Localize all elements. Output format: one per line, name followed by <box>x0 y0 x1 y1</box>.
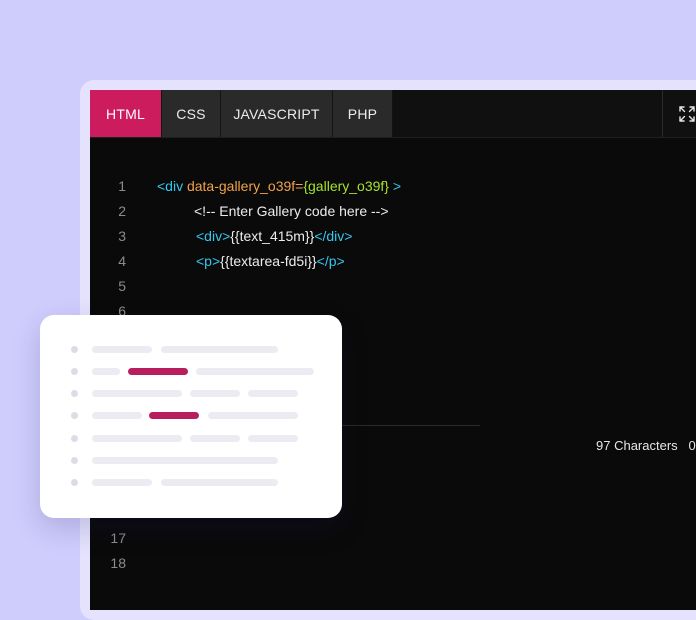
list-item <box>40 412 342 420</box>
line-number: 18 <box>110 555 126 571</box>
fullscreen-button[interactable] <box>662 90 696 137</box>
line-number: 3 <box>118 228 126 244</box>
placeholder-bar <box>92 435 182 442</box>
code-value: {gallery_o39f} <box>303 178 389 194</box>
tab-php[interactable]: PHP <box>333 90 393 137</box>
placeholder-bar <box>248 390 298 397</box>
gallery-preview-card <box>40 315 342 518</box>
list-item <box>40 435 342 443</box>
placeholder-bar <box>196 368 314 375</box>
code-line-3: <div>{{text_415m}}</div> <box>196 228 352 244</box>
status-divider <box>338 425 480 426</box>
placeholder-bar <box>190 435 240 442</box>
code-text: {{textarea-fd5i}} <box>220 253 317 269</box>
placeholder-bar <box>92 412 142 419</box>
placeholder-bar <box>92 390 182 397</box>
character-count: 97 Characters 0 <box>596 438 696 453</box>
placeholder-bar <box>248 435 298 442</box>
code-tag: <div> <box>196 228 231 244</box>
placeholder-bar <box>190 390 240 397</box>
code-tag: </div> <box>314 228 353 244</box>
placeholder-bar <box>208 412 298 419</box>
code-comment: <!-- Enter Gallery code here --> <box>194 203 389 219</box>
tab-html[interactable]: HTML <box>90 90 162 137</box>
bullet-dot <box>71 457 78 464</box>
placeholder-bar <box>161 479 278 486</box>
bullet-dot <box>71 412 78 419</box>
list-item <box>40 368 342 376</box>
list-item <box>40 346 342 354</box>
placeholder-bar <box>92 457 278 464</box>
placeholder-bar <box>92 368 120 375</box>
expand-icon <box>679 105 695 122</box>
bullet-dot <box>71 368 78 375</box>
bullet-dot <box>71 390 78 397</box>
highlight-bar <box>149 412 199 419</box>
code-attribute: data-gallery_o39f= <box>186 178 304 194</box>
code-tag: > <box>388 178 402 194</box>
placeholder-bar <box>92 346 152 353</box>
code-tag: <p> <box>196 253 221 269</box>
line-number: 2 <box>118 203 126 219</box>
list-item <box>40 479 342 487</box>
line-number: 4 <box>118 253 126 269</box>
bullet-dot <box>71 479 78 486</box>
highlight-bar <box>128 368 188 375</box>
placeholder-bar <box>92 479 152 486</box>
code-line-2: <!-- Enter Gallery code here --> <box>194 203 389 219</box>
code-line-4: <p>{{textarea-fd5i}}</p> <box>196 253 345 269</box>
language-tabs: HTML CSS JAVASCRIPT PHP <box>90 90 696 138</box>
tab-css[interactable]: CSS <box>162 90 221 137</box>
line-number: 1 <box>118 178 126 194</box>
code-tag: <div <box>157 178 187 194</box>
bullet-dot <box>71 346 78 353</box>
line-number: 17 <box>110 530 126 546</box>
code-line-1: <div data-gallery_o39f={gallery_o39f} > <box>157 178 401 194</box>
code-tag: </p> <box>316 253 345 269</box>
list-item <box>40 390 342 398</box>
line-number: 5 <box>118 278 126 294</box>
code-text: {{text_415m}} <box>230 228 315 244</box>
placeholder-bar <box>161 346 278 353</box>
tab-javascript[interactable]: JAVASCRIPT <box>221 90 333 137</box>
list-item <box>40 457 342 465</box>
bullet-dot <box>71 435 78 442</box>
